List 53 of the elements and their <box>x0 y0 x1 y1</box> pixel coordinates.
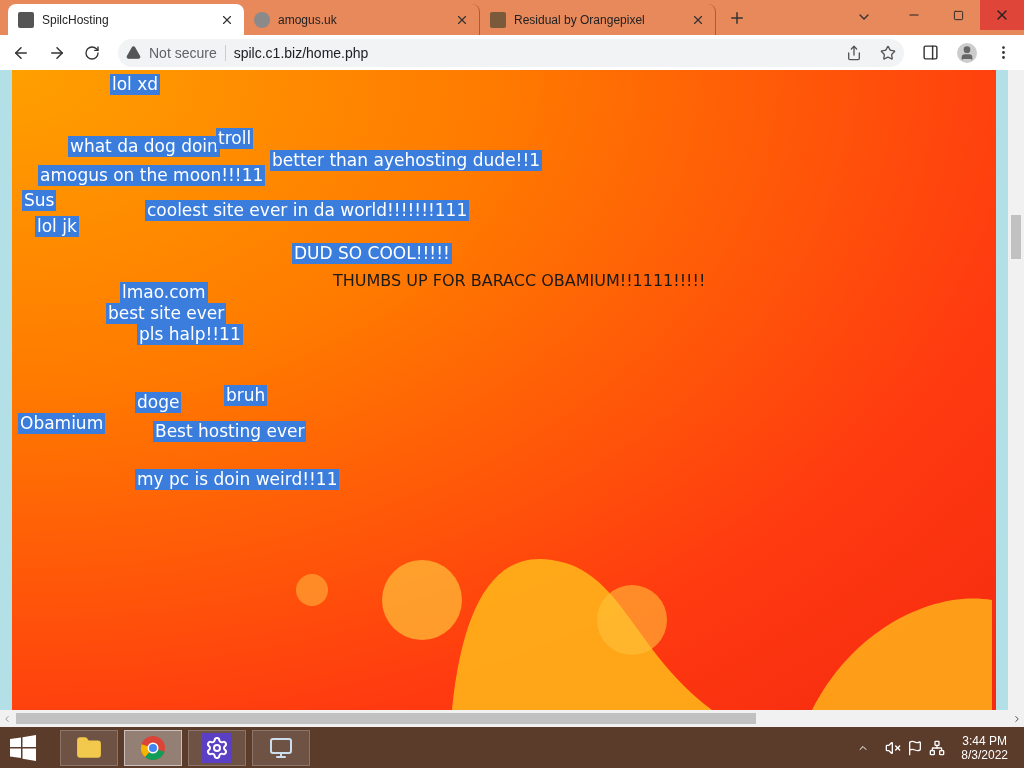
comment-tag: pls halp!!11 <box>137 324 243 345</box>
comment-tag: best site ever <box>106 303 227 324</box>
comment-tag: Obamium <box>18 413 106 434</box>
tab-title: Residual by Orangepixel <box>514 12 646 27</box>
muted-speaker-icon[interactable] <box>885 739 902 756</box>
gear-icon <box>202 732 232 763</box>
profile-icon[interactable] <box>957 42 977 63</box>
taskbar-app[interactable] <box>252 729 310 766</box>
taskbar-app[interactable] <box>188 729 246 766</box>
favicon-icon <box>18 11 34 28</box>
favicon-icon <box>490 11 506 28</box>
star-icon[interactable] <box>880 44 896 61</box>
warning-icon <box>126 45 141 60</box>
comment-tag: lmao.com <box>120 282 208 303</box>
address-field[interactable]: Not secure spilc.c1.biz/home.php <box>118 38 904 67</box>
browser-logo-icon <box>140 734 166 761</box>
comment-tag: Best hosting ever <box>153 421 307 442</box>
comment-tag: DUD SO COOL!!!!! <box>292 243 452 264</box>
comment-tag: amogus on the moon!!!11 <box>38 165 266 186</box>
browser-tab[interactable]: SpilcHosting <box>8 4 244 35</box>
comment-tag: coolest site ever in da world!!!!!!!111 <box>145 200 470 221</box>
comment-tag: better than ayehosting dude!!1 <box>270 150 543 171</box>
favicon-icon <box>254 11 270 28</box>
side-panel-icon[interactable] <box>922 44 939 61</box>
tab-title: SpilcHosting <box>42 12 110 27</box>
taskbar-app[interactable] <box>60 729 118 766</box>
clock[interactable]: 3:44 PM 8/3/2022 <box>951 733 1018 762</box>
comment-tag: bruh <box>224 385 268 406</box>
new-tab-icon[interactable] <box>728 9 746 27</box>
comment-tag: Sus <box>22 190 57 211</box>
share-icon[interactable] <box>846 44 862 61</box>
url-text: spilc.c1.biz/home.php <box>233 44 369 61</box>
comment-tag: troll <box>216 128 254 149</box>
vertical-scrollbar[interactable] <box>1008 70 1024 710</box>
start-icon[interactable] <box>10 734 36 761</box>
horizontal-scrollbar[interactable] <box>0 710 1024 727</box>
scroll-right-icon[interactable] <box>1012 713 1022 724</box>
comment-tag: doge <box>135 392 182 413</box>
tab-title: amogus.uk <box>278 12 338 27</box>
reload-icon[interactable] <box>84 44 100 61</box>
flag-icon[interactable] <box>907 739 924 756</box>
comment-tag: what da dog doin <box>68 136 220 157</box>
network-icon[interactable] <box>929 739 946 756</box>
folder-icon <box>76 734 102 761</box>
security-label: Not secure <box>149 44 226 61</box>
monitor-icon <box>269 735 293 760</box>
comment-tag: my pc is doin weird!!11 <box>135 469 340 490</box>
clock-time: 3:44 PM <box>962 733 1007 748</box>
headline-text: THUMBS UP FOR BARACC OBAMIUM!!1111!!!!! <box>332 270 707 291</box>
clock-date: 8/3/2022 <box>961 747 1008 762</box>
comment-tag: lol xd <box>110 74 161 95</box>
taskbar-app[interactable] <box>124 729 182 766</box>
comment-tag: lol jk <box>35 216 79 237</box>
